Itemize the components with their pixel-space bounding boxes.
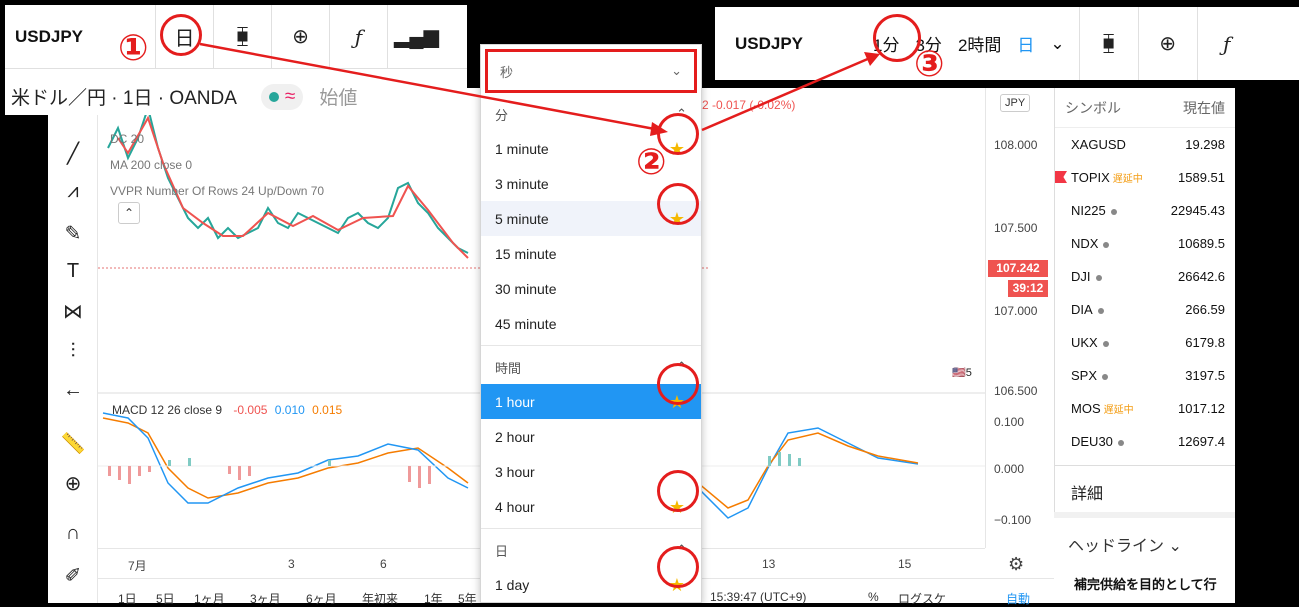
highlight-ring: [657, 470, 699, 512]
step-number-3: ③: [914, 44, 945, 85]
annotation-arrows: [199, 42, 880, 136]
highlight-ring: [657, 363, 699, 405]
step-number-2: ②: [636, 142, 667, 183]
highlight-ring: [657, 546, 699, 588]
highlight-ring: [160, 14, 202, 56]
highlight-ring: [657, 183, 699, 225]
step-number-1: ①: [118, 28, 149, 69]
